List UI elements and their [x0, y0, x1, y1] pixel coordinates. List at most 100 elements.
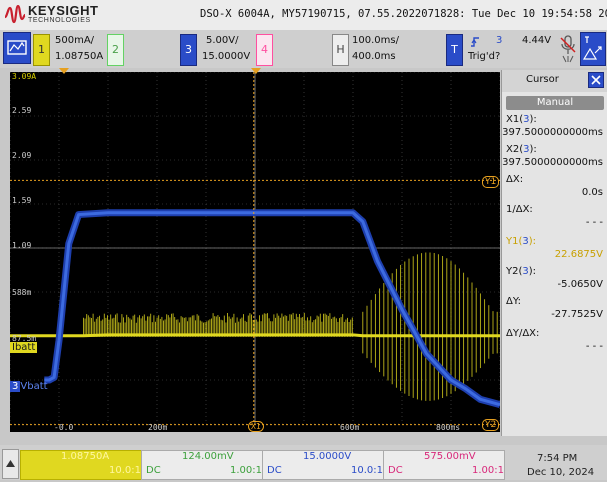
channel-1-status[interactable]: 1.08750A 10.0:1: [20, 450, 142, 480]
y1-cursor-marker[interactable]: Y1: [482, 176, 500, 188]
waveform-display[interactable]: 3.09A 2.59 2.09 1.59 1.09 588m 87.5m -0.…: [10, 72, 500, 432]
cursor-delta-icon: [582, 36, 602, 60]
channel-2-control[interactable]: 2: [107, 34, 167, 66]
channel-3-status-probe: 10.0:1: [351, 465, 383, 476]
trigger-label: T: [446, 34, 463, 66]
channel-2-number: 2: [107, 34, 124, 66]
ibatt-label: Ibatt: [12, 342, 36, 353]
ibatt-trace: [10, 333, 500, 338]
delta-y-label: ΔY:: [506, 296, 521, 307]
ch1-ground-marker[interactable]: Ibatt: [10, 342, 38, 353]
trigger-status: Trig'd?: [468, 51, 501, 62]
channel-4-status-value: 575.00mV: [424, 451, 476, 462]
channel-2-status-probe: 1.00:1: [230, 465, 262, 476]
channel-3-scale: 5.00V/: [206, 35, 239, 46]
trigger-position-marker[interactable]: [59, 68, 69, 74]
y2-value: -5.0650V: [557, 279, 603, 290]
delta-y-over-delta-x-label: ΔY/ΔX:: [506, 328, 540, 339]
x1-label: X1(3):: [506, 114, 537, 125]
channel-2-status[interactable]: 124.00mV DC 1.00:1: [141, 450, 263, 480]
x-label-4: 800ms: [436, 423, 461, 432]
keysight-wave-icon: [4, 5, 26, 24]
x-cursor-label[interactable]: X1: [248, 421, 264, 432]
channel-4-control[interactable]: 4: [256, 34, 316, 66]
window-title: DSO-X 6004A, MY57190715, 07.55.202207182…: [200, 8, 607, 20]
cursor-panel-title: Cursor: [526, 74, 559, 85]
channel-4-status[interactable]: 575.00mV DC 1.00:1: [383, 450, 505, 480]
cursor-panel: Cursor Manual X1(3): 397.5000000000ms X2…: [501, 70, 607, 436]
close-icon[interactable]: [588, 72, 604, 88]
channel-2-status-coupling: DC: [146, 465, 161, 476]
channel-1-offset: 1.08750A: [55, 51, 104, 62]
ch3-marker-number: 3: [10, 381, 21, 392]
horizontal-control[interactable]: H 100.0ms/ 400.0ms: [332, 34, 412, 66]
delta-x-value: 0.0s: [581, 187, 603, 198]
y2-label: Y2(3):: [506, 266, 537, 277]
cursor-panel-header: Cursor: [502, 70, 607, 92]
channel-1-number: 1: [33, 34, 50, 66]
x2-value: 397.5000000000ms: [502, 157, 603, 168]
waveform-plot: [10, 72, 500, 426]
channel-1-control[interactable]: 1 500mA/ 1.08750A: [33, 34, 103, 66]
oscilloscope-window: KEYSIGHT TECHNOLOGIES DSO-X 6004A, MY571…: [0, 0, 607, 480]
inverse-delta-x-label: 1/ΔX:: [506, 204, 533, 215]
y1-label: Y1(3):: [506, 236, 537, 247]
delta-x-label: ΔX:: [506, 174, 524, 185]
trigger-control[interactable]: T 3 4.44V Trig'd?: [446, 34, 556, 66]
y-label-0: 3.09A: [12, 72, 37, 81]
x-label-1: 200m: [148, 423, 168, 432]
channel-3-status[interactable]: 15.0000V DC 10.0:1: [262, 450, 384, 480]
cursor-mode-select[interactable]: Manual: [506, 96, 604, 110]
channel-1-status-probe: 10.0:1: [109, 465, 141, 476]
delta-y-over-delta-x-value: - - -: [585, 341, 603, 352]
cursor-mode-button[interactable]: [580, 32, 606, 66]
menu-expand-button[interactable]: [2, 449, 19, 479]
acquire-mode-button[interactable]: [3, 32, 31, 64]
y-label-1: 2.59: [12, 106, 32, 115]
channel-3-status-value: 15.0000V: [303, 451, 352, 462]
channel-1-status-value: 1.08750A: [61, 451, 110, 462]
channel-2-status-value: 124.00mV: [182, 451, 234, 462]
vbatt-label: Vbatt: [20, 381, 48, 392]
x1-value: 397.5000000000ms: [502, 127, 603, 138]
ch3-ground-marker[interactable]: 3 Vbatt: [10, 381, 48, 392]
arrow-up-icon: [6, 460, 15, 467]
keysight-logo: KEYSIGHT TECHNOLOGIES: [2, 2, 132, 28]
x2-label: X2(3):: [506, 144, 537, 155]
trigger-source: 3: [496, 35, 503, 46]
x-label-3: 600m: [340, 423, 360, 432]
horizontal-scale: 100.0ms/: [352, 35, 399, 46]
y-label-2: 2.09: [12, 151, 32, 160]
delta-y-value: -27.7525V: [551, 309, 603, 320]
clock-date: Dec 10, 2024: [527, 467, 595, 478]
channel-3-number: 3: [180, 34, 197, 66]
y2-cursor-marker[interactable]: Y2: [482, 419, 500, 431]
oscilloscope-mode-icon: [7, 40, 27, 55]
y-label-5: 588m: [12, 288, 32, 297]
channel-4-status-coupling: DC: [388, 465, 403, 476]
microphone-icon: [560, 35, 576, 63]
channel-1-scale: 500mA/: [55, 35, 95, 46]
vbatt-trace-band: [44, 209, 500, 409]
clock-time: 7:54 PM: [537, 453, 578, 464]
channel-4-status-probe: 1.00:1: [472, 465, 504, 476]
channel-bar: 1 500mA/ 1.08750A 2 3 5.00V/ 15.0000V 4 …: [0, 30, 607, 68]
logo-brand: KEYSIGHT: [28, 3, 99, 18]
y1-value: 22.6875V: [554, 249, 603, 260]
rising-edge-icon: [471, 37, 479, 47]
horizontal-label: H: [332, 34, 349, 66]
logo-sub: TECHNOLOGIES: [28, 17, 91, 24]
inverse-delta-x-value: - - -: [585, 217, 603, 228]
x-label-0: -0.0: [54, 423, 74, 432]
time-reference-marker[interactable]: [251, 68, 261, 74]
bottom-status-bar: 1.08750A 10.0:1 124.00mV DC 1.00:1 15.00…: [0, 445, 607, 480]
probe-button[interactable]: [558, 32, 578, 64]
title-bar: KEYSIGHT TECHNOLOGIES DSO-X 6004A, MY571…: [0, 0, 607, 30]
channel-4-number: 4: [256, 34, 273, 66]
y-label-4: 1.09: [12, 241, 32, 250]
y-label-3: 1.59: [12, 196, 32, 205]
channel-3-status-coupling: DC: [267, 465, 282, 476]
vbatt-trace: [44, 211, 500, 407]
horizontal-position: 400.0ms: [352, 51, 396, 62]
channel-3-control[interactable]: 3 5.00V/ 15.0000V: [180, 34, 250, 66]
